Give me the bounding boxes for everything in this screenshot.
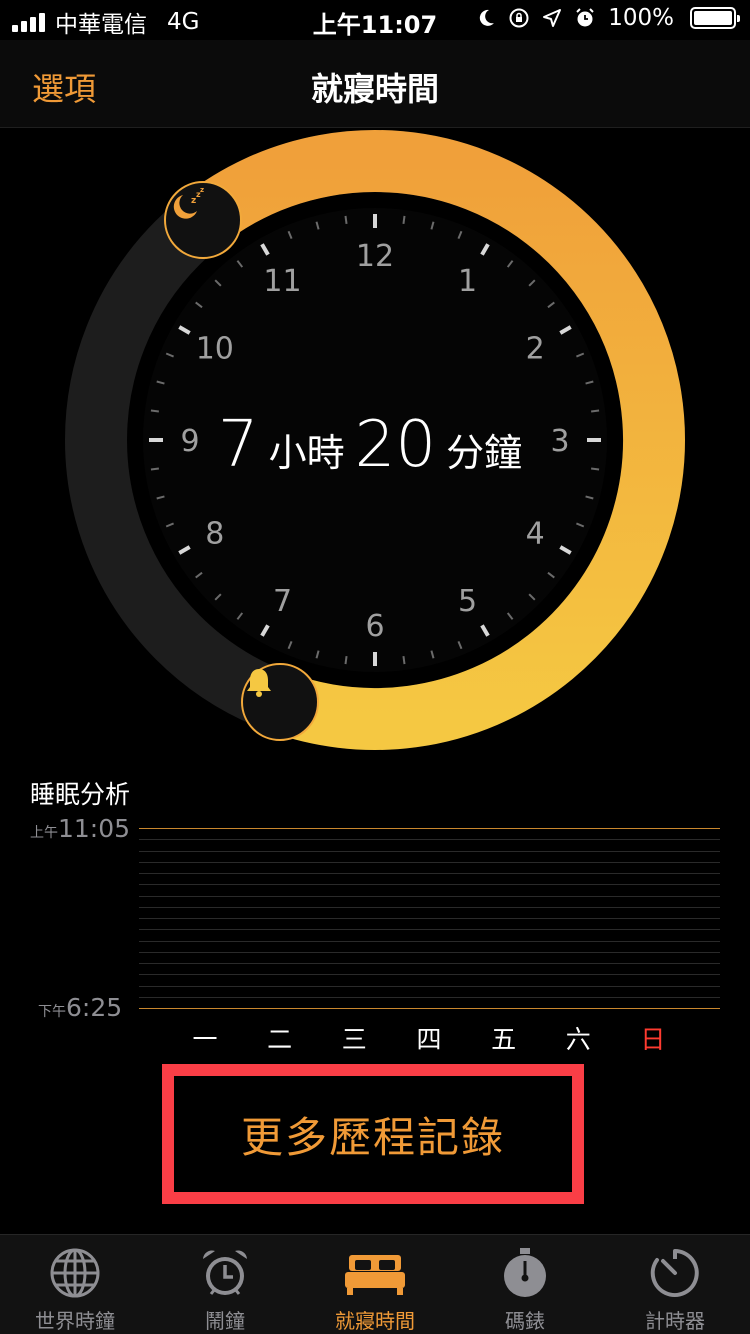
chart-gridline (139, 996, 720, 998)
sleep-analysis-title: 睡眠分析 (30, 780, 131, 809)
tab-world-clock[interactable]: 世界時鐘 (0, 1235, 150, 1334)
bell-icon (246, 669, 271, 698)
dial-number: 6 (365, 609, 384, 644)
weekday-label: 六 (565, 1025, 591, 1054)
battery-icon (690, 7, 740, 29)
dial-number: 1 (458, 264, 477, 299)
weekday-label: 四 (416, 1025, 442, 1054)
alarm-icon (576, 8, 594, 27)
timer-icon (650, 1249, 699, 1297)
bedtime-clock: 12 1 2 3 4 5 6 7 8 9 10 11 7 小時 20 分鐘 z z z (0, 128, 750, 768)
weekday-label: 五 (491, 1025, 517, 1054)
tab-world-clock-label: 世界時鐘 (35, 1309, 115, 1333)
status-bar: 中華電信 4G 上午11:07 100% (0, 0, 750, 40)
chart-gridline (139, 918, 720, 919)
chart-gridline (139, 929, 720, 931)
duration-minutes-unit: 分鐘 (446, 431, 523, 475)
chart-gridline (139, 985, 720, 987)
tab-bar: 世界時鐘 鬧鐘 就寢時間 碼錶 計時器 (0, 1234, 750, 1334)
alarm-clock-icon (203, 1250, 247, 1295)
weekday-label: 一 (192, 1025, 218, 1054)
weekday-label: 二 (267, 1025, 293, 1054)
chart-top-label-prefix: 上午 (30, 825, 58, 841)
chart-gridline (139, 873, 720, 874)
dial-number: 5 (458, 584, 477, 619)
stopwatch-icon (504, 1248, 546, 1297)
moon-icon (480, 9, 495, 26)
bed-icon (345, 1255, 405, 1295)
chart-gridline (139, 974, 720, 976)
more-history-button[interactable]: 更多歷程記錄 (162, 1064, 584, 1204)
chart-gridline (139, 828, 720, 829)
chart-gridline (139, 951, 720, 953)
duration-hours: 7 (217, 408, 259, 482)
dial-number: 8 (205, 517, 224, 552)
chart-top-label: 上午11:05 (30, 814, 130, 843)
minute-tick (344, 656, 348, 665)
tab-stopwatch-label: 碼錶 (505, 1309, 545, 1333)
chart-bottom-label-prefix: 下午 (38, 1004, 66, 1020)
orientation-lock-icon (509, 8, 529, 28)
chart-gridline (139, 850, 720, 852)
tab-stopwatch[interactable]: 碼錶 (450, 1235, 600, 1334)
dial-number: 11 (263, 264, 301, 299)
navigation-bar: 選項 就寢時間 (0, 40, 750, 128)
page-title: 就寢時間 (310, 70, 439, 108)
tab-timer[interactable]: 計時器 (600, 1235, 750, 1334)
bedtime-handle[interactable]: z z z (164, 181, 243, 260)
sleep-duration-readout: 7 小時 20 分鐘 (0, 408, 750, 482)
dial-number: 12 (356, 239, 394, 274)
moon-zzz-icon: z z z (174, 186, 204, 219)
chart-gridline (139, 906, 720, 908)
tab-alarm[interactable]: 鬧鐘 (150, 1235, 300, 1334)
duration-hours-unit: 小時 (268, 431, 345, 475)
chart-gridline (139, 940, 720, 942)
chart-gridline (139, 895, 720, 897)
dial-number: 4 (526, 517, 545, 552)
more-history-label: 更多歷程記錄 (240, 1112, 505, 1162)
tab-bedtime[interactable]: 就寢時間 (300, 1235, 450, 1334)
location-icon (543, 9, 562, 27)
tab-bedtime-label: 就寢時間 (335, 1309, 415, 1333)
dial-number: 7 (273, 584, 292, 619)
svg-text:z: z (200, 186, 204, 194)
wake-handle[interactable] (240, 663, 319, 742)
minute-tick (402, 656, 406, 665)
weekday-label: 三 (341, 1025, 367, 1054)
chart-gridline (139, 884, 720, 886)
minute-tick (344, 215, 348, 224)
globe-icon (50, 1248, 100, 1298)
sleep-analysis-chart (139, 828, 720, 1010)
weekday-labels: 一二三四五六日 (168, 1020, 690, 1056)
dial-number: 10 (196, 332, 234, 367)
chart-bottom-label: 下午6:25 (38, 993, 122, 1022)
chart-top-label-time: 11:05 (58, 814, 131, 843)
chart-bottom-label-time: 6:25 (66, 993, 123, 1022)
minute-tick (402, 215, 406, 224)
tab-alarm-label: 鬧鐘 (205, 1309, 245, 1333)
duration-minutes: 20 (354, 408, 437, 482)
chart-gridline (139, 1008, 720, 1009)
chart-gridline (139, 963, 720, 964)
battery-percent: 100% (608, 5, 674, 31)
chart-gridline (139, 839, 720, 841)
tab-timer-label: 計時器 (645, 1309, 705, 1333)
dial-number: 2 (526, 332, 545, 367)
chart-gridline (139, 861, 720, 863)
status-bar-right: 100% (476, 5, 740, 31)
weekday-label: 日 (640, 1025, 666, 1054)
